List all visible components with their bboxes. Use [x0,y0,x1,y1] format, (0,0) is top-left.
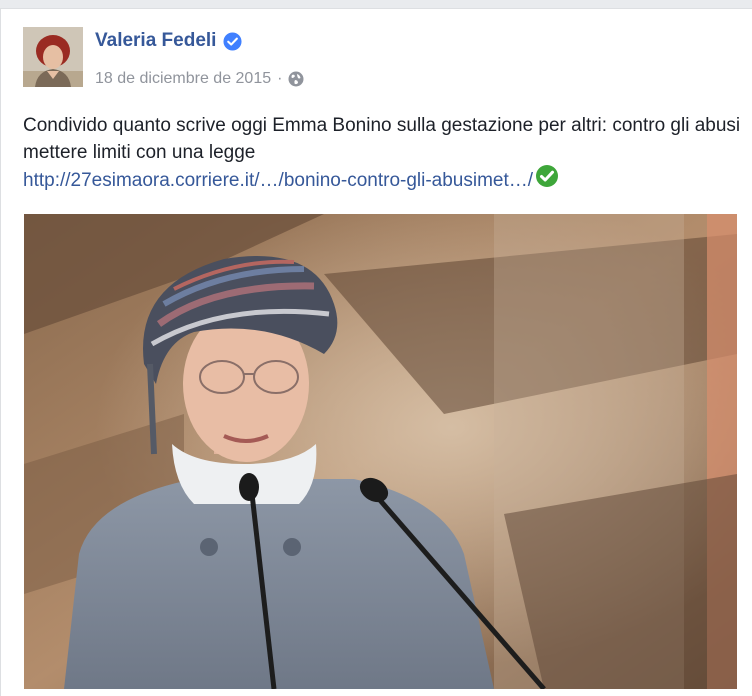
author-name[interactable]: Valeria Fedeli [95,30,216,52]
author-avatar[interactable] [23,27,83,87]
post-date-link[interactable]: 18 de diciembre de 2015 [95,70,271,88]
post-meta: 18 de diciembre de 2015 · [95,70,304,88]
globe-icon[interactable] [288,71,304,87]
post-photo[interactable] [24,214,737,689]
post-text: Condivido quanto scrive oggi Emma Bonino… [23,115,741,163]
author-name-link[interactable]: Valeria Fedeli [95,30,242,52]
post-link-line: http://27esimaora.corriere.it/…/bonino-c… [23,165,559,193]
verified-badge-icon [223,31,242,51]
post-card: Valeria Fedeli 18 de diciembre de 2015 ·… [0,8,752,696]
green-check-emoji-icon [535,164,559,188]
date-separator: · [277,70,283,87]
shared-link[interactable]: http://27esimaora.corriere.it/…/bonino-c… [23,170,533,192]
